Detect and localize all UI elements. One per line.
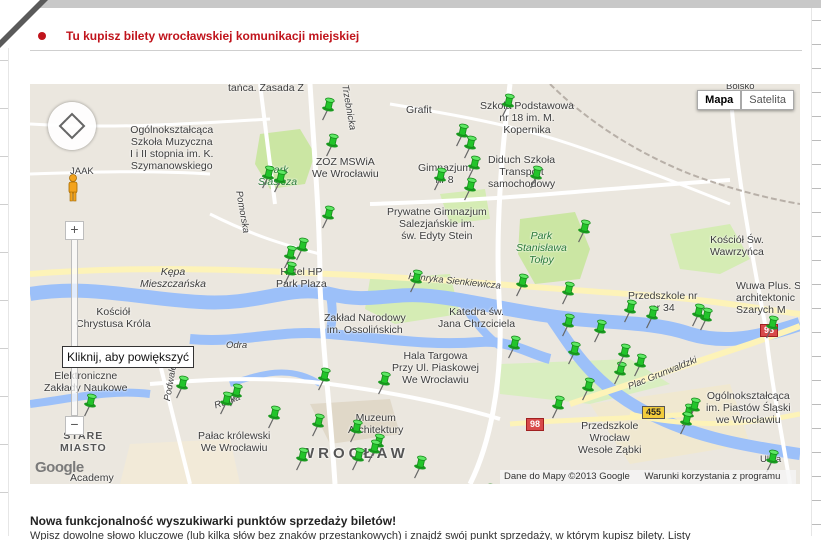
- label-palac-krolewski: Pałac królewski We Wrocławiu: [198, 430, 271, 454]
- ruler-tick-left: [0, 60, 8, 61]
- road-shield-98: 98: [526, 418, 545, 431]
- label-zoz-mswia: ZOZ MSWiA We Wrocławiu: [312, 156, 379, 180]
- zoom-out-button[interactable]: −: [65, 416, 84, 435]
- ruler-tick: [812, 20, 821, 21]
- title-divider: [30, 50, 802, 51]
- label-odra: Odra: [226, 340, 248, 351]
- label-zaklad-ossolinskich: Zakład Narodowy im. Ossolińskich: [324, 312, 406, 336]
- map-attribution: Dane do Mapy ©2013 Google Warunki korzys…: [500, 470, 797, 484]
- ruler-tick: [812, 236, 821, 237]
- ruler-tick: [812, 140, 821, 141]
- ruler-tick: [812, 260, 821, 261]
- map-type-satellite-button[interactable]: Satelita: [741, 90, 794, 110]
- ruler-tick: [812, 212, 821, 213]
- zoom-in-button[interactable]: +: [65, 221, 84, 240]
- label-kosciol-wawrzynca: Kościół Św. Wawrzyńca: [710, 234, 764, 258]
- ruler-tick: [812, 500, 821, 501]
- ruler-tick-left: [0, 348, 8, 349]
- enlarge-tooltip: Kliknij, aby powiększyć: [62, 346, 195, 368]
- ruler-tick: [812, 356, 821, 357]
- ruler-tick: [812, 380, 821, 381]
- label-prywatne-gimnazjum: Prywatne Gimnazjum Salezjańskie im. św. …: [387, 206, 487, 242]
- pan-control[interactable]: [48, 102, 96, 150]
- ruler-tick-left: [0, 108, 8, 109]
- zoom-slider[interactable]: [71, 239, 78, 416]
- google-logo: Google: [35, 459, 84, 476]
- ruler-tick: [812, 284, 821, 285]
- street-view-pegman-icon[interactable]: [66, 174, 80, 202]
- ruler-tick-left: [0, 252, 8, 253]
- right-border: [811, 8, 812, 536]
- ruler-tick: [812, 116, 821, 117]
- label-szkola-podstawowa: Szkoła Podstawowa nr 18 im. M. Kopernika: [480, 100, 574, 136]
- ruler-tick: [812, 404, 821, 405]
- ruler-tick: [812, 308, 821, 309]
- terms-of-use-link[interactable]: Warunki korzystania z programu: [644, 471, 780, 482]
- ruler-tick: [812, 476, 821, 477]
- ruler-tick-left: [0, 204, 8, 205]
- title-bullet-icon: [38, 32, 46, 40]
- label-tanca: tańca. Zasada Z: [228, 84, 304, 94]
- label-hala-targowa: Hala Targowa Przy Ul. Piaskowej We Wrocł…: [392, 350, 479, 386]
- road-shield-455: 455: [642, 406, 666, 419]
- ruler-tick-left: [0, 492, 8, 493]
- ruler-tick-left: [0, 444, 8, 445]
- pan-arrows-icon: [58, 112, 86, 140]
- label-szkola-muzyczna: Ogólnokształcąca Szkoła Muzyczna I i II …: [130, 124, 214, 172]
- ruler-tick: [812, 164, 821, 165]
- label-kepa-mieszczanska: Kępa Mieszczańska: [140, 266, 206, 290]
- left-border: [8, 48, 9, 536]
- map-type-map-button[interactable]: Mapa: [697, 90, 742, 110]
- map-view[interactable]: tańca. Zasada Z Grafit Szkoła Podstawowa…: [30, 84, 800, 484]
- ruler-tick: [812, 92, 821, 93]
- info-heading: Nowa funkcjonalność wyszukiwarki punktów…: [30, 514, 397, 528]
- ruler-tick-left: [0, 300, 8, 301]
- map-data-credit: Dane do Mapy ©2013 Google: [504, 471, 630, 482]
- label-grafit: Grafit: [406, 104, 432, 116]
- ruler-tick: [812, 68, 821, 69]
- ruler-tick: [812, 452, 821, 453]
- label-przedszkole-zabki: Przedszkole Wrocław Wesołe Ząbki: [578, 420, 642, 456]
- top-bar: [0, 0, 821, 8]
- ruler-tick-left: [0, 396, 8, 397]
- ruler-tick: [812, 44, 821, 45]
- corner-decoration-inner: [0, 0, 40, 40]
- ruler-tick: [812, 428, 821, 429]
- label-wuwa: Wuwa Plus. S architektonic Szarych M: [736, 280, 800, 316]
- label-katedra: Katedra św. Jana Chrzciciela: [438, 306, 516, 330]
- ruler-tick: [812, 188, 821, 189]
- section-title: Tu kupisz bilety wrocławskiej komunikacj…: [66, 29, 360, 43]
- map-type-control: Mapa Satelita: [697, 90, 794, 110]
- info-body: Wpisz dowolne słowo kluczowe (lub kilka …: [30, 530, 691, 540]
- label-park-tolpy: Park Stanisława Tołpy: [516, 230, 567, 266]
- label-kosciol-chrystusa: Kościół Chrystusa Króla: [76, 306, 151, 330]
- label-ogolnoksztalcaca-piastow: Ogólnokształcąca im. Piastów Śląski we W…: [706, 390, 791, 426]
- ruler-tick-left: [0, 156, 8, 157]
- ruler-tick: [812, 332, 821, 333]
- ruler-tick: [812, 524, 821, 525]
